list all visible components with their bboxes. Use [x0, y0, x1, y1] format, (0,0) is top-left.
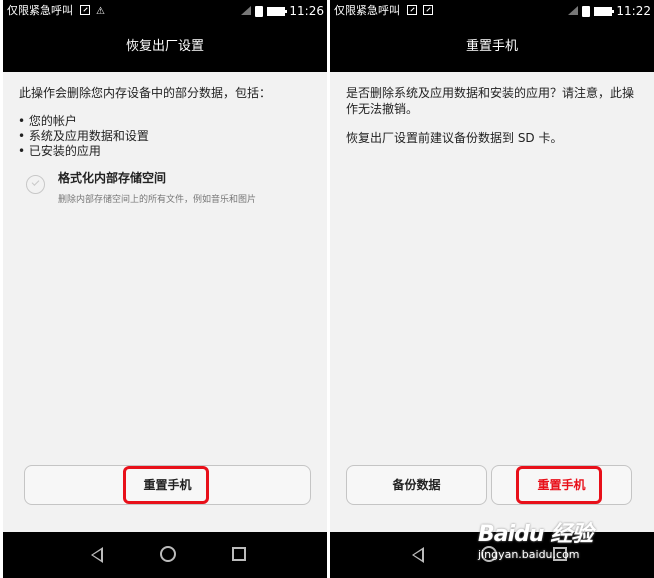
clock: 11:26 [289, 4, 324, 18]
edit-icon [79, 5, 90, 15]
signal-icon [568, 6, 579, 16]
warning-text: 是否删除系统及应用数据和安装的应用？请注意，此操作无法撤销。 [346, 86, 635, 116]
backup-data-label: 备份数据 [392, 478, 441, 492]
recent-apps-icon[interactable] [232, 547, 246, 561]
sim-icon [255, 5, 264, 17]
intro-text: 此操作会删除您内存设备中的部分数据，包括： [19, 86, 272, 100]
image-icon [423, 5, 433, 15]
back-icon[interactable] [91, 547, 103, 563]
watermark-brand: Baidu 经验 [478, 522, 593, 547]
battery-icon [594, 6, 615, 16]
signal-icon [241, 6, 252, 16]
format-storage-description: 删除内部存储空间上的所有文件，例如音乐和图片 [58, 195, 257, 205]
home-icon[interactable] [160, 546, 176, 562]
list-item: • 已安装的应用 [18, 144, 101, 158]
list-item: • 系统及应用数据和设置 [18, 129, 149, 143]
carrier-text: 仅限紧急呼叫 [334, 4, 400, 17]
format-storage-title: 格式化内部存储空间 [58, 171, 167, 185]
format-storage-checkbox[interactable] [26, 175, 45, 194]
warning-icon: ⚠ [96, 6, 105, 17]
highlight-box [516, 466, 602, 504]
page-title: 重置手机 [330, 22, 654, 72]
status-bar: 仅限紧急呼叫 11:22 [330, 0, 654, 22]
watermark-url: jingyan.baidu.com [478, 548, 580, 561]
status-bar: 仅限紧急呼叫 ⚠ 11:26 [3, 0, 327, 22]
battery-icon [267, 6, 288, 16]
back-icon[interactable] [412, 547, 424, 563]
page-title: 恢复出厂设置 [3, 22, 327, 72]
highlight-box [123, 466, 209, 504]
carrier-text: 仅限紧急呼叫 [7, 4, 73, 17]
left-phone-screen: 仅限紧急呼叫 ⚠ 11:26 恢复出厂设置 此操作会删除您内存设备中的部分数据，… [3, 0, 327, 578]
list-item: • 您的帐户 [18, 114, 77, 128]
right-phone-screen: 仅限紧急呼叫 11:22 重置手机 是否删除系统及应用数据和安装的应用？请注意，… [330, 0, 654, 578]
backup-data-button[interactable]: 备份数据 [346, 465, 487, 505]
edit-icon [406, 5, 417, 15]
navigation-bar [3, 532, 327, 578]
advice-text: 恢复出厂设置前建议备份数据到 SD 卡。 [346, 131, 563, 145]
sim-icon [582, 5, 591, 17]
clock: 11:22 [616, 4, 651, 18]
baidu-watermark: Baidu 经验 jingyan.baidu.com [478, 516, 593, 561]
